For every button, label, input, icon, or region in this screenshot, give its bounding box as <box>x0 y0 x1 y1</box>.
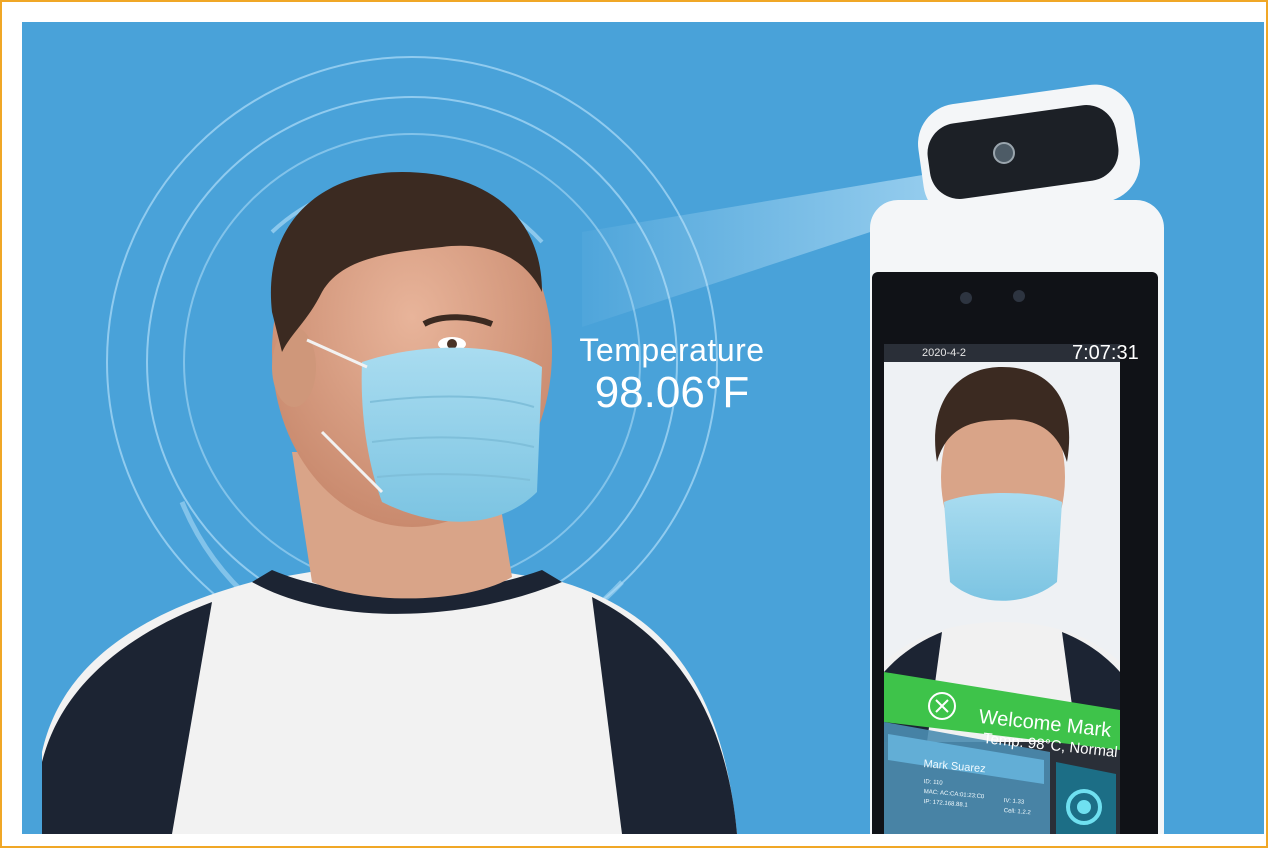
scene-background: Temperature 98.06°F 2020-4-2 7:07:31 Wel… <box>22 22 1264 834</box>
temperature-label: Temperature <box>579 332 765 368</box>
scene-illustration <box>42 56 1164 834</box>
kiosk-date: 2020-4-2 <box>922 347 967 359</box>
temperature-value: 98.06°F <box>594 368 750 417</box>
kiosk-time: 7:07:31 <box>1072 342 1139 364</box>
temperature-readout: Temperature 98.06°F <box>552 332 792 418</box>
image-frame: Temperature 98.06°F 2020-4-2 7:07:31 Wel… <box>0 0 1268 848</box>
